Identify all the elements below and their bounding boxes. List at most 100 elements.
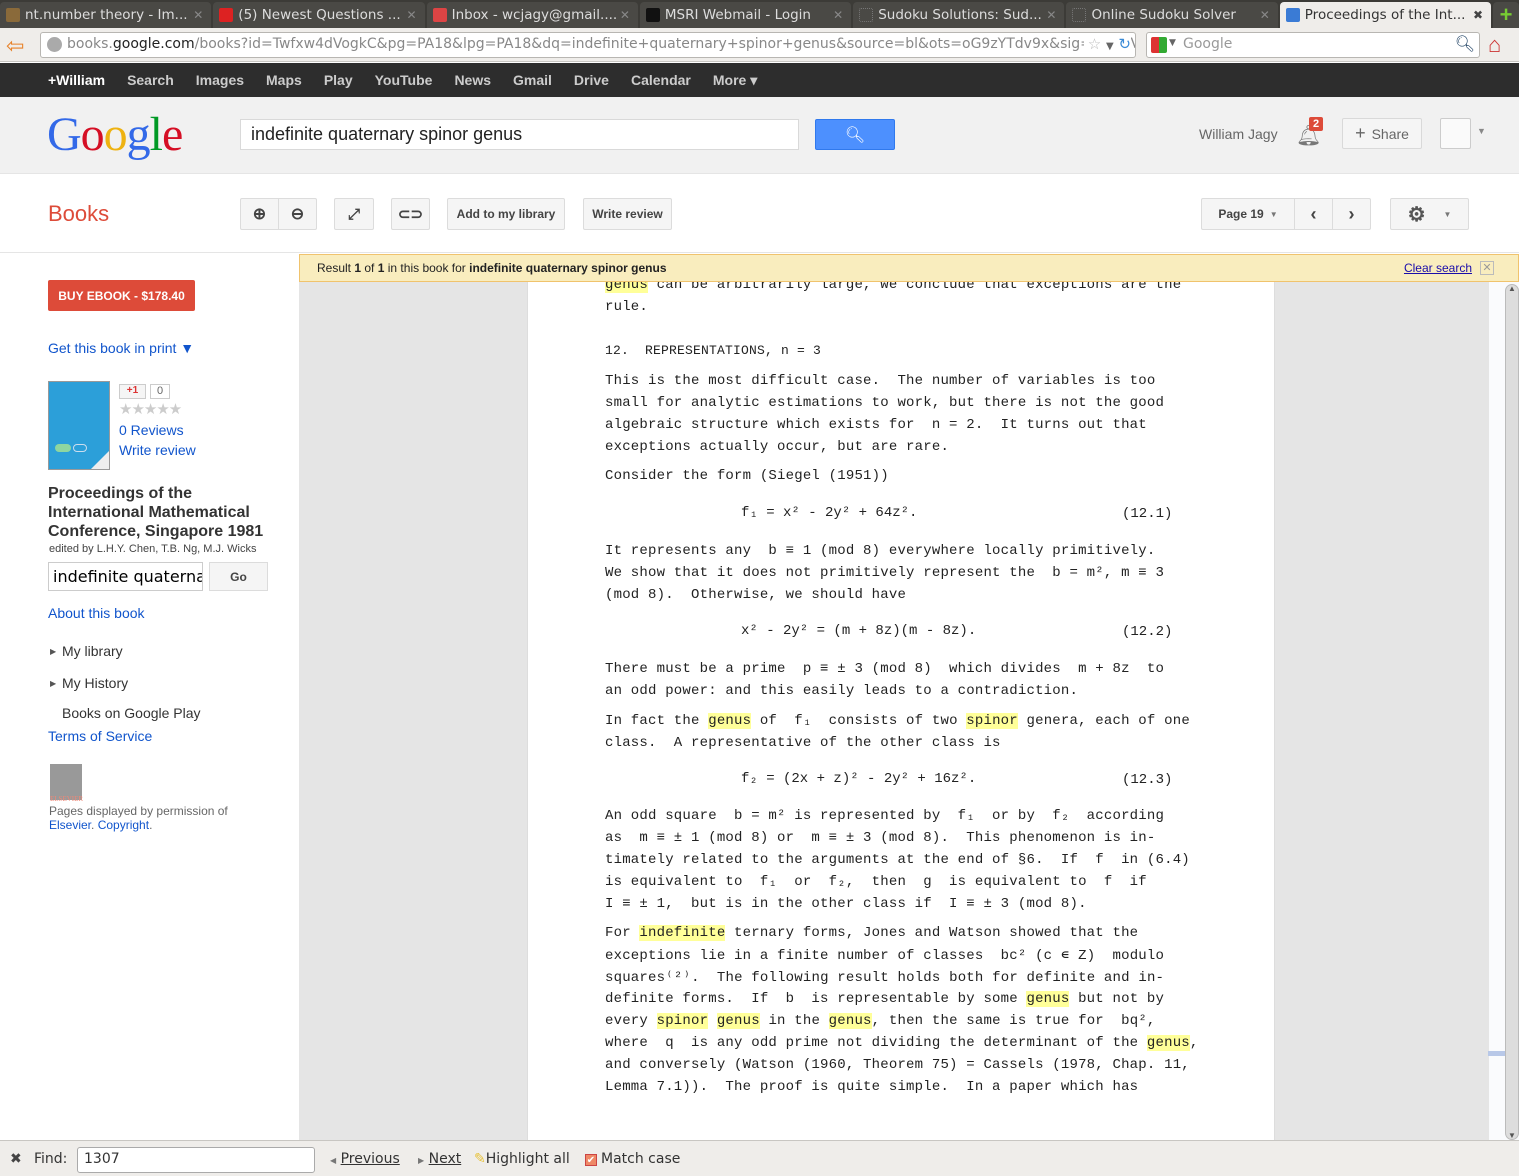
gbar-item-maps[interactable]: Maps	[266, 72, 302, 88]
write-review-link[interactable]: Write review	[119, 442, 196, 458]
zoom-out-button[interactable]: ⊖	[278, 198, 317, 230]
close-tab-icon[interactable]: ✕	[1260, 8, 1270, 22]
notification-count-badge[interactable]: 2	[1309, 117, 1324, 131]
close-find-bar-icon[interactable]: ✖	[10, 1151, 22, 1167]
match-case-checkbox[interactable]: ✔ Match case	[585, 1151, 680, 1167]
gbar-item-search[interactable]: Search	[127, 72, 174, 88]
link-button[interactable]: ⊂⊃	[391, 198, 430, 230]
find-next-button[interactable]: ▶ Next	[418, 1151, 461, 1167]
expand-triangle-icon[interactable]: ▶	[50, 647, 56, 656]
search-engine-icon[interactable]	[1151, 37, 1167, 53]
vertical-scrollbar[interactable]: ▲ ▼	[1505, 284, 1519, 1140]
find-input[interactable]: 1307	[77, 1147, 315, 1173]
search-highlight: genus	[605, 282, 649, 293]
gbar-item-more[interactable]: More ▾	[713, 72, 757, 89]
buy-ebook-button[interactable]: BUY EBOOK - $178.40	[48, 280, 195, 311]
chevron-left-icon: ‹	[1310, 203, 1317, 224]
gbar-item-play[interactable]: Play	[324, 72, 353, 88]
next-page-button[interactable]: ›	[1332, 198, 1371, 230]
url-bar[interactable]: books.google.com/books?id=Twfxw4dVogkC&p…	[40, 32, 1136, 58]
user-name[interactable]: William Jagy	[1199, 126, 1278, 142]
section-title[interactable]: Books	[48, 201, 109, 227]
equation-number: (12.3)	[1122, 772, 1173, 788]
search-button[interactable]: 🔍︎	[815, 119, 895, 150]
add-to-library-button[interactable]: Add to my library	[447, 198, 565, 230]
gbar-item-youtube[interactable]: YouTube	[375, 72, 433, 88]
go-button[interactable]: Go	[209, 562, 268, 591]
back-arrow-icon[interactable]: ⇦	[6, 33, 24, 59]
home-icon[interactable]: ⌂	[1488, 32, 1501, 58]
search-icon: 🔍︎	[844, 126, 866, 144]
share-button[interactable]: + Share	[1342, 118, 1422, 149]
plus-one-button[interactable]: +1	[119, 384, 146, 399]
close-tab-icon[interactable]: ✖	[1473, 8, 1483, 22]
avatar[interactable]	[1440, 118, 1471, 149]
book-cover-image[interactable]	[48, 381, 110, 470]
chevron-down-icon: ▼	[1269, 209, 1278, 219]
reviews-link[interactable]: 0 Reviews	[119, 422, 184, 438]
books-on-google-play-link[interactable]: Books on Google Play	[62, 705, 201, 721]
gbar-item-news[interactable]: News	[454, 72, 491, 88]
search-icon[interactable]: 🔍︎	[1455, 34, 1475, 53]
gbar-item-drive[interactable]: Drive	[574, 72, 609, 88]
reload-icon[interactable]: ↻	[1118, 35, 1131, 53]
gear-icon: ⚙	[1407, 203, 1426, 226]
browser-search-box[interactable]: ▼ Google 🔍︎	[1146, 32, 1480, 58]
browser-tab[interactable]: Online Sudoku Solver ✕	[1066, 2, 1278, 28]
rating-stars[interactable]: ★★★★★	[119, 400, 182, 418]
browser-tab[interactable]: Inbox - wcjagy@gmail.... ✕	[426, 2, 638, 28]
gbar-item-gmail[interactable]: Gmail	[513, 72, 552, 88]
close-tab-icon[interactable]: ✕	[407, 8, 417, 22]
fullscreen-button[interactable]: ⤢	[334, 198, 374, 230]
browser-tab[interactable]: MSRI Webmail - Login ✕	[639, 2, 852, 28]
copyright-link[interactable]: Copyright	[98, 818, 149, 832]
close-tab-icon[interactable]: ✕	[1046, 8, 1056, 22]
close-tab-icon[interactable]: ✕	[193, 8, 203, 22]
elsevier-link[interactable]: Elsevier	[49, 818, 91, 832]
terms-of-service-link[interactable]: Terms of Service	[48, 728, 152, 744]
settings-button[interactable]: ⚙ ▼	[1390, 198, 1469, 230]
search-in-book-input[interactable]: indefinite quaternary	[48, 562, 203, 591]
clear-search-link[interactable]: Clear search	[1404, 261, 1472, 275]
zoom-in-button[interactable]: ⊕	[240, 198, 279, 230]
browser-tab[interactable]: (5) Newest Questions ... ✕	[213, 2, 425, 28]
close-tab-icon[interactable]: ✕	[833, 8, 843, 22]
about-this-book-link[interactable]: About this book	[48, 605, 145, 621]
scroll-down-arrow-icon[interactable]: ▼	[1508, 1131, 1516, 1140]
my-library-link[interactable]: My library	[62, 643, 123, 659]
page-line: rule.	[605, 299, 649, 315]
new-tab-button[interactable]: +	[1493, 2, 1519, 28]
previous-page-button[interactable]: ‹	[1294, 198, 1333, 230]
find-previous-button[interactable]: ◀ Previous	[330, 1151, 400, 1167]
dropdown-arrow-icon[interactable]: ▼	[1169, 38, 1176, 48]
page-line: (mod 8). Otherwise, we should have	[605, 587, 907, 603]
page-line: An odd square b = m² is represented by f…	[605, 808, 1165, 824]
chevron-down-icon[interactable]: ▼	[1477, 126, 1486, 136]
google-logo[interactable]: Google	[47, 107, 183, 162]
google-favicon-icon	[1285, 8, 1300, 22]
gbar-item-profile[interactable]: +William	[48, 72, 105, 88]
browser-tab-active[interactable]: Proceedings of the Int... ✖	[1279, 2, 1492, 28]
gbar-item-images[interactable]: Images	[196, 72, 244, 88]
my-history-link[interactable]: My History	[62, 675, 128, 691]
search-highlight: genus	[1146, 1035, 1190, 1051]
browser-tab[interactable]: nt.number theory - Im... ✕	[0, 2, 212, 28]
bookmark-star-icon[interactable]: ☆	[1088, 35, 1101, 53]
search-result-marker[interactable]	[1488, 1051, 1506, 1056]
close-tab-icon[interactable]: ✕	[620, 8, 630, 22]
search-highlight: genus	[716, 1013, 760, 1029]
expand-triangle-icon[interactable]: ▶	[50, 679, 56, 688]
page-select-dropdown[interactable]: Page 19 ▼	[1201, 198, 1295, 230]
highlight-all-button[interactable]: ✎Highlight all	[474, 1151, 570, 1167]
book-viewer[interactable]: genus can be arbitrarily large, we concl…	[299, 254, 1519, 1140]
gbar-item-calendar[interactable]: Calendar	[631, 72, 691, 88]
close-icon[interactable]: ✕	[1480, 261, 1494, 275]
zoom-out-icon: ⊖	[290, 206, 305, 223]
get-in-print-link[interactable]: Get this book in print ▼	[48, 340, 194, 356]
chevron-right-icon: ›	[1348, 203, 1355, 224]
write-review-button[interactable]: Write review	[583, 198, 672, 230]
browser-tab[interactable]: Sudoku Solutions: Sud... ✕	[853, 2, 1065, 28]
search-input[interactable]: indefinite quaternary spinor genus	[240, 119, 799, 150]
dropdown-arrow-icon[interactable]: ▼	[1106, 41, 1114, 52]
scroll-up-arrow-icon[interactable]: ▲	[1508, 284, 1516, 293]
